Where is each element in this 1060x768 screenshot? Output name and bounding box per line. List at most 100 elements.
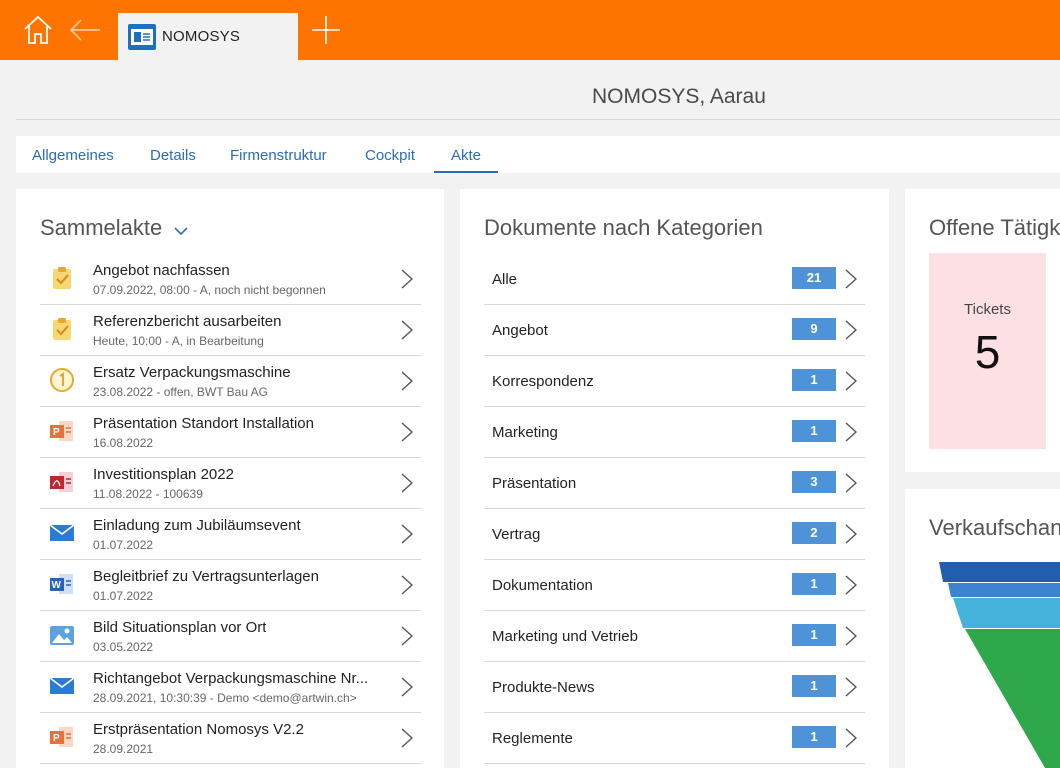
chevron-right-icon (845, 626, 858, 646)
list-item-subtitle: Heute, 10:00 - A, in Bearbeitung (93, 334, 264, 348)
funnel-segment-2[interactable] (948, 583, 1060, 597)
arrow-left-icon[interactable] (63, 0, 107, 60)
list-item-title: Präsentation Standort Installation (93, 415, 314, 432)
pdf-icon (49, 469, 75, 495)
category-count-badge: 1 (792, 726, 836, 748)
page-title: NOMOSYS, Aarau (592, 85, 766, 108)
title-bar: NOMOSYS, Aarau (16, 68, 1060, 120)
list-item-subtitle: 28.09.2021 (93, 742, 154, 756)
list-item[interactable]: Bild Situationsplan vor Ort 03.05.2022 (40, 611, 421, 662)
chevron-right-icon (845, 575, 858, 595)
list-item-title: Richtangebot Verpackungsmaschine Nr... (93, 670, 369, 687)
list-item[interactable]: Richtangebot Verpackungsmaschine Nr... 28… (40, 662, 421, 713)
chevron-right-icon (401, 320, 414, 340)
list-item[interactable]: Ersatz Verpackungsmaschine 23.08.2022 - o… (40, 356, 421, 407)
svg-text:P: P (53, 733, 60, 744)
image-icon (49, 622, 75, 648)
tab-nomosys[interactable]: NOMOSYS (118, 13, 298, 60)
category-count-badge: 21 (792, 267, 836, 289)
plus-icon[interactable] (304, 0, 348, 60)
mail-icon (49, 520, 75, 546)
list-item[interactable]: Investitionsplan 2022 11.08.2022 - 100639 (40, 458, 421, 509)
category-count-badge: 1 (792, 369, 836, 391)
list-item-subtitle: 07.09.2022, 08:00 - A, noch nicht begonn… (93, 283, 326, 297)
category-count-badge: 3 (792, 471, 836, 493)
list-item-subtitle: 01.07.2022 (93, 538, 154, 552)
list-item[interactable]: P Präsentation Standort Installation 16.08… (40, 407, 421, 458)
chevron-right-icon (845, 524, 858, 544)
tab-details[interactable]: Details (150, 136, 196, 173)
list-item-title: Erstpräsentation Nomosys V2.2 (93, 721, 304, 738)
category-item[interactable]: Marketing 1 (484, 407, 865, 458)
home-icon[interactable] (16, 0, 60, 60)
category-count-badge: 2 (792, 522, 836, 544)
chevron-right-icon (401, 269, 414, 289)
list-item[interactable]: Einladung zum Jubiläumsevent 01.07.2022 (40, 509, 421, 560)
category-label: Produkte-News (492, 679, 595, 696)
category-item[interactable]: Vertrag 2 (484, 509, 865, 560)
chevron-right-icon (845, 371, 858, 391)
sammelakte-title: Sammelakte (40, 215, 163, 240)
chevron-down-icon (174, 216, 188, 242)
offene-title: Offene Tätigk (929, 215, 1060, 240)
chevron-right-icon (845, 269, 858, 289)
tab-firmenstruktur[interactable]: Firmenstruktur (230, 136, 327, 173)
funnel-segment-1[interactable] (939, 562, 1060, 582)
powerpoint-icon: P (49, 418, 75, 444)
tickets-value: 5 (974, 326, 1001, 378)
category-item[interactable]: Marketing und Vetrieb 1 (484, 611, 865, 662)
category-label: Vertrag (492, 526, 541, 543)
contact-card-icon (128, 23, 156, 50)
list-item-title: Investitionsplan 2022 (93, 466, 234, 483)
chevron-right-icon (401, 626, 414, 646)
category-item[interactable]: Korrespondenz 1 (484, 356, 865, 407)
category-count-badge: 1 (792, 573, 836, 595)
category-label: Reglemente (492, 730, 573, 747)
list-item[interactable]: P Erstpräsentation Nomosys V2.2 28.09.2021 (40, 713, 421, 764)
tab-allgemeines[interactable]: Allgemeines (32, 136, 114, 173)
list-item[interactable]: Referenzbericht ausarbeiten Heute, 10:00 … (40, 305, 421, 356)
category-item[interactable]: Präsentation 3 (484, 458, 865, 509)
tickets-tile[interactable]: Tickets 5 (929, 253, 1046, 449)
category-item[interactable]: Dokumentation 1 (484, 560, 865, 611)
category-label: Marketing (492, 424, 558, 441)
sammelakte-dropdown[interactable]: Sammelakte (40, 215, 188, 242)
powerpoint-icon: P (49, 724, 75, 750)
category-count-badge: 9 (792, 318, 836, 340)
list-item-subtitle: 03.05.2022 (93, 640, 154, 654)
tickets-label: Tickets (964, 301, 1011, 318)
category-label: Präsentation (492, 475, 577, 492)
tab-cockpit[interactable]: Cockpit (365, 136, 415, 173)
category-item[interactable]: Produkte-News 1 (484, 662, 865, 713)
task-clipboard-icon (49, 316, 75, 342)
top-bar: NOMOSYS (0, 0, 1060, 60)
chevron-right-icon (401, 473, 414, 493)
chevron-right-icon (401, 575, 414, 595)
list-item-subtitle: 23.08.2022 - offen, BWT Bau AG (93, 385, 269, 399)
list-item[interactable]: Angebot nachfassen 07.09.2022, 08:00 - A,… (40, 254, 421, 305)
category-item[interactable]: Angebot 9 (484, 305, 865, 356)
category-count-badge: 1 (792, 624, 836, 646)
list-item-subtitle: 01.07.2022 (93, 589, 154, 603)
category-count-badge: 1 (792, 675, 836, 697)
opportunity-icon (49, 367, 75, 393)
funnel-segment-4[interactable] (965, 629, 1060, 768)
list-item-title: Angebot nachfassen (93, 262, 230, 279)
kategorien-list: Alle 21 Angebot 9 Korrespondenz 1 Marketing 1 Pr… (484, 254, 865, 764)
category-item[interactable]: Reglemente 1 (484, 713, 865, 764)
chevron-right-icon (845, 728, 858, 748)
category-label: Dokumentation (492, 577, 593, 594)
list-item[interactable]: W Begleitbrief zu Vertragsunterlagen 01.07… (40, 560, 421, 611)
tab-bar: Allgemeines Details Firmenstruktur Cockp… (16, 136, 1060, 173)
category-item[interactable]: Alle 21 (484, 254, 865, 305)
chevron-right-icon (401, 728, 414, 748)
verkauf-title: Verkaufschan (929, 515, 1060, 540)
funnel-segment-3[interactable] (953, 598, 1060, 628)
kategorien-title: Dokumente nach Kategorien (484, 215, 763, 240)
tab-akte[interactable]: Akte (434, 136, 498, 173)
svg-text:P: P (53, 427, 60, 438)
svg-text:W: W (52, 580, 62, 591)
chevron-right-icon (401, 422, 414, 442)
tab-label: NOMOSYS (162, 28, 241, 45)
list-item-title: Bild Situationsplan vor Ort (93, 619, 267, 636)
